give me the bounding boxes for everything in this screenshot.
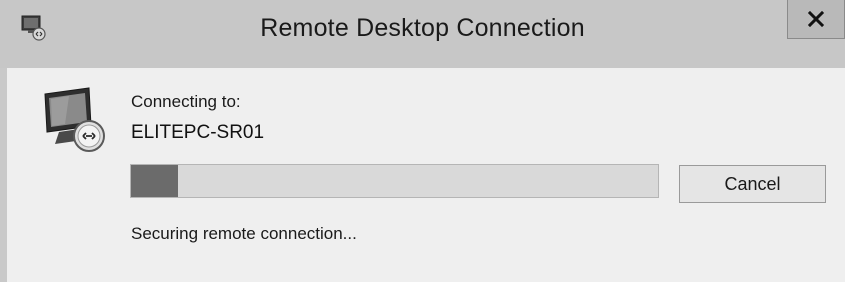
connection-progress-bar [130, 164, 659, 198]
cancel-button[interactable]: Cancel [679, 165, 826, 203]
progress-fill [131, 165, 179, 197]
dialog-content: Connecting to: ELITEPC-SR01 Cancel Secur… [7, 68, 845, 282]
title-bar[interactable]: Remote Desktop Connection [0, 0, 845, 68]
window-title: Remote Desktop Connection [260, 14, 585, 42]
host-name: ELITEPC-SR01 [131, 122, 265, 143]
status-text: Securing remote connection... [131, 224, 357, 243]
close-icon [808, 11, 824, 27]
close-button[interactable] [787, 0, 845, 39]
monitor-connection-icon [44, 87, 105, 152]
connecting-label: Connecting to: [131, 92, 241, 111]
rdc-window: Remote Desktop Connection Connecting to:… [0, 0, 845, 282]
